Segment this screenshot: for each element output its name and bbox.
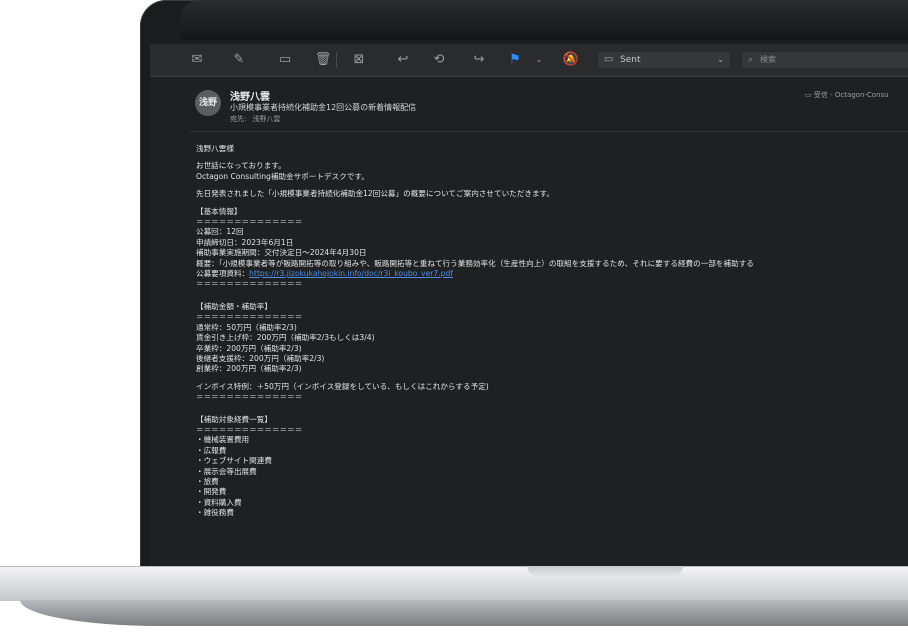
info-line: 通常枠：50万円（補助率2/3): [196, 322, 297, 332]
folder-icon: ▭: [604, 54, 614, 65]
intro-line: お世話になっております。: [196, 161, 286, 171]
reply-all-icon[interactable]: ⟲: [430, 51, 448, 69]
intro-line: 先日発表されました「小規模事業者持続化補助金12回公募」の概要についてご案内させ…: [196, 189, 554, 199]
envelope-icon[interactable]: ✉: [188, 51, 206, 69]
info-line: 賃金引き上げ枠：200万円（補助率2/3もしくは3/4): [196, 333, 375, 343]
mailbox-select[interactable]: ▭ Sent ⌄: [598, 52, 730, 68]
laptop-base-bottom: [20, 600, 908, 626]
list-item: ・資料購入費: [196, 497, 242, 507]
avatar[interactable]: 浅野: [195, 90, 221, 116]
list-item: ・広報費: [196, 445, 227, 455]
link-label: 公募要項資料：: [196, 269, 250, 279]
info-line: 公募要項資料：https://r3.jizokukahojokin.info/d…: [196, 269, 908, 279]
mailbox-tag-label: 受信 - Octagon-Consu: [813, 91, 889, 99]
recipient-line: 宛先: 浅野八雲: [230, 114, 280, 124]
list-item: ・機械装置費用: [196, 435, 250, 445]
section-title: 【補助対象経費一覧】: [196, 414, 272, 424]
list-item: ・展示会等出展費: [196, 466, 257, 476]
email-body: 浅野八雲様 お世話になっております。 Octagon Consulting補助金…: [196, 144, 908, 519]
laptop-notch: [527, 566, 683, 576]
section-title: 【補助金額・補助率】: [196, 301, 272, 311]
laptop-base: [0, 566, 908, 601]
junk-icon[interactable]: ⊠: [350, 51, 368, 69]
toolbar: ✉ ✎ ▭ 🗑 ⊠ ↩ ⟲ ↪ ⚑ ⌄ 🔕 ▭ Sent ⌄ ⌕ 検索: [150, 44, 908, 77]
section-title: 【基本情報】: [196, 206, 242, 216]
document-link[interactable]: https://r3.jizokukahojokin.info/doc/r3i_…: [249, 269, 453, 278]
info-line: 概要：「小規模事業者等が販路開拓等の取り組みや、販路開拓等と重ねて行う業務効率化…: [196, 258, 754, 268]
greeting: 浅野八雲様: [196, 144, 234, 153]
chevron-down-icon[interactable]: ⌄: [530, 51, 548, 69]
list-item: ・開発費: [196, 487, 227, 497]
chevron-down-icon: ⌄: [717, 55, 724, 64]
archive-icon[interactable]: ▭: [276, 51, 294, 69]
forward-icon[interactable]: ↪: [470, 51, 488, 69]
section-divider: ＝＝＝＝＝＝＝＝＝＝＝＝＝＝: [196, 279, 303, 289]
section-divider: ＝＝＝＝＝＝＝＝＝＝＝＝＝＝: [196, 312, 303, 322]
info-line: 後継者支援枠：200万円（補助率2/3): [196, 353, 325, 363]
sender-name[interactable]: 浅野八雲: [230, 88, 270, 103]
laptop-bezel-top: [180, 0, 908, 40]
recipient-label: 宛先:: [230, 115, 247, 123]
search-placeholder: 検索: [760, 55, 776, 64]
search-icon: ⌕: [748, 55, 754, 65]
list-item: ・ウェブサイト関連費: [196, 456, 272, 466]
section-divider: ＝＝＝＝＝＝＝＝＝＝＝＝＝＝: [196, 217, 303, 227]
mail-window: ✉ ✎ ▭ 🗑 ⊠ ↩ ⟲ ↪ ⚑ ⌄ 🔕 ▭ Sent ⌄ ⌕ 検索 浅野 浅…: [150, 44, 908, 566]
email-subject: 小規模事業者持続化補助金12回公募の新着情報配信: [230, 103, 417, 112]
section-divider: ＝＝＝＝＝＝＝＝＝＝＝＝＝＝: [196, 424, 303, 434]
info-line: インボイス特例：＋50万円（インボイス登録をしている、もしくはこれからする予定): [196, 381, 489, 391]
search-input[interactable]: ⌕ 検索: [742, 52, 908, 68]
reply-icon[interactable]: ↩: [394, 51, 412, 69]
section-divider: ＝＝＝＝＝＝＝＝＝＝＝＝＝＝: [196, 392, 303, 402]
mailbox-select-label: Sent: [620, 55, 641, 65]
mailbox-tag[interactable]: ▭ 受信 - Octagon-Consu: [805, 90, 889, 100]
header-divider: [190, 131, 908, 132]
info-line: 公募回：12回: [196, 227, 244, 237]
info-line: 卒業枠：200万円（補助率2/3): [196, 343, 302, 353]
inbox-icon: ▭: [805, 91, 812, 99]
recipient-value[interactable]: 浅野八雲: [252, 115, 280, 123]
flag-icon[interactable]: ⚑: [506, 51, 524, 69]
info-line: 補助事業実施期間：交付決定日〜2024年4月30日: [196, 248, 367, 258]
intro-line: Octagon Consulting補助金サポートデスクです。: [196, 171, 369, 181]
toolbar-divider: [336, 53, 337, 67]
list-item: ・旅費: [196, 476, 219, 486]
mute-icon[interactable]: 🔕: [562, 51, 580, 69]
compose-icon[interactable]: ✎: [230, 51, 248, 69]
list-item: ・雑役務費: [196, 508, 234, 518]
info-line: 創業枠：200万円（補助率2/3): [196, 364, 302, 374]
trash-icon[interactable]: 🗑: [314, 51, 332, 69]
info-line: 申請締切日：2023年6月1日: [196, 237, 294, 247]
